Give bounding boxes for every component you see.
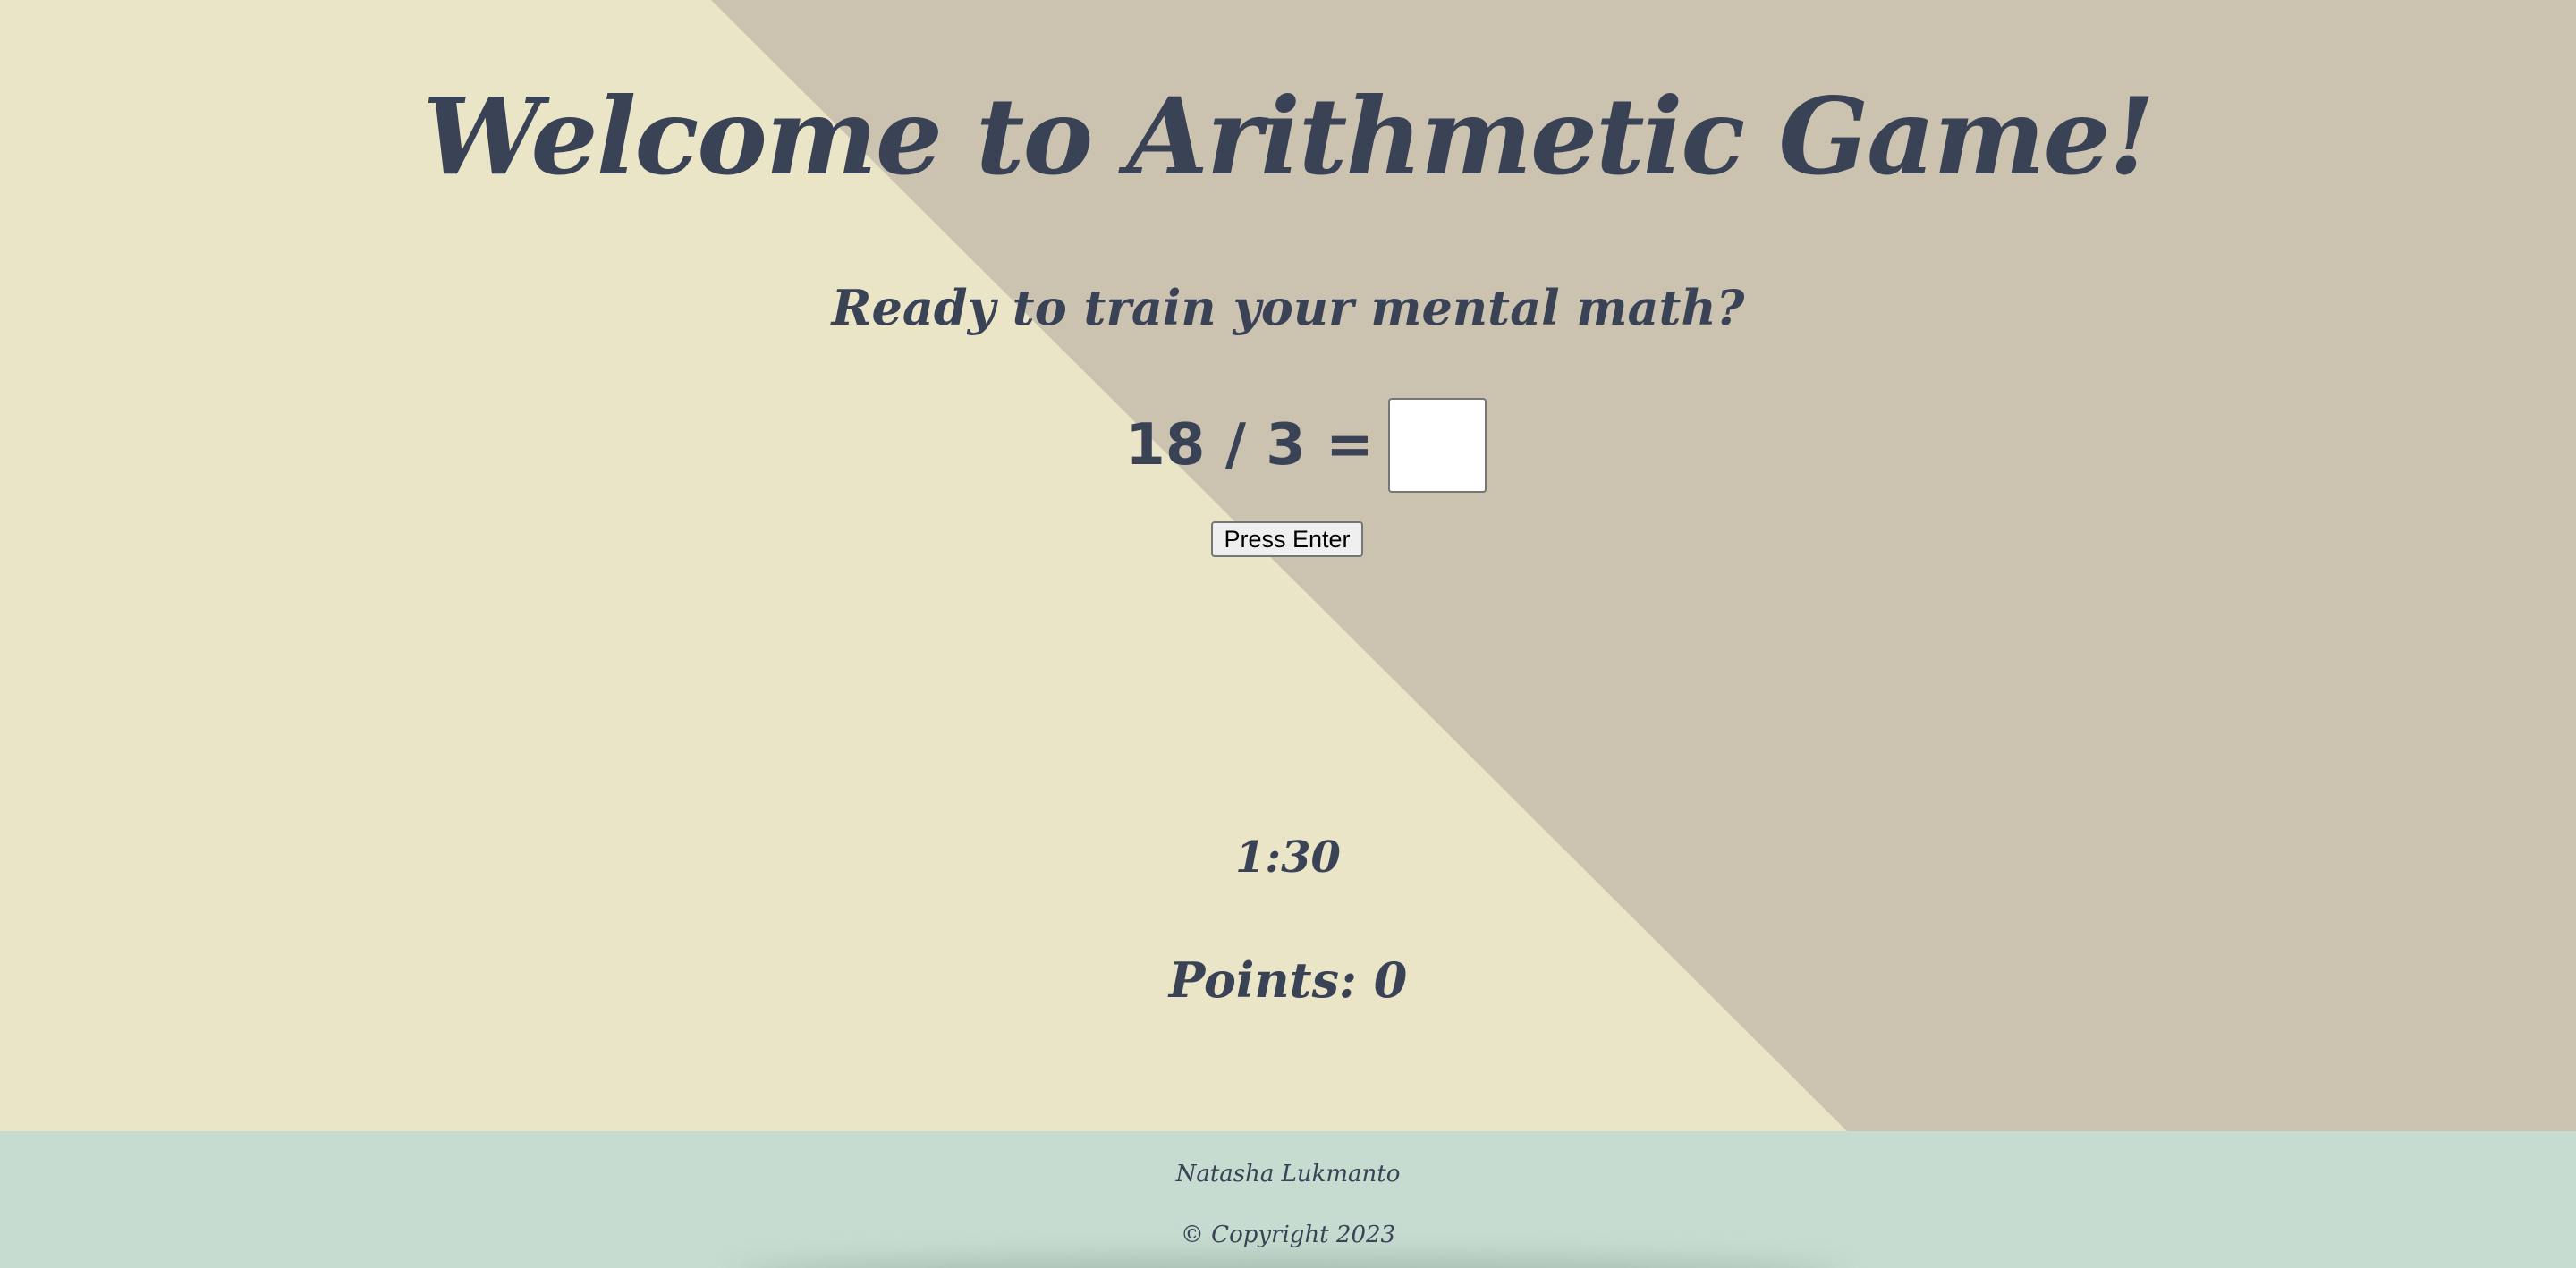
press-enter-button[interactable]: Press Enter — [1211, 521, 1363, 557]
timer: 1:30 — [1235, 833, 1341, 883]
game-area: Welcome to Arithmetic Game! Ready to tra… — [0, 0, 2576, 1131]
points-counter: Points: 0 — [1168, 951, 1408, 1009]
footer: Natasha Lukmanto © Copyright 2023 — [0, 1131, 2576, 1268]
page-subtitle: Ready to train your mental math? — [831, 279, 1745, 336]
copyright-text: © Copyright 2023 — [1180, 1222, 1396, 1248]
footer-shadow — [733, 1256, 1843, 1268]
question-text: 18 / 3 = — [1125, 412, 1374, 478]
author-name: Natasha Lukmanto — [1175, 1161, 1401, 1188]
question-row: 18 / 3 = — [0, 393, 2576, 497]
answer-input[interactable] — [1387, 398, 1487, 493]
page-title: Welcome to Arithmetic Game! — [422, 74, 2156, 199]
